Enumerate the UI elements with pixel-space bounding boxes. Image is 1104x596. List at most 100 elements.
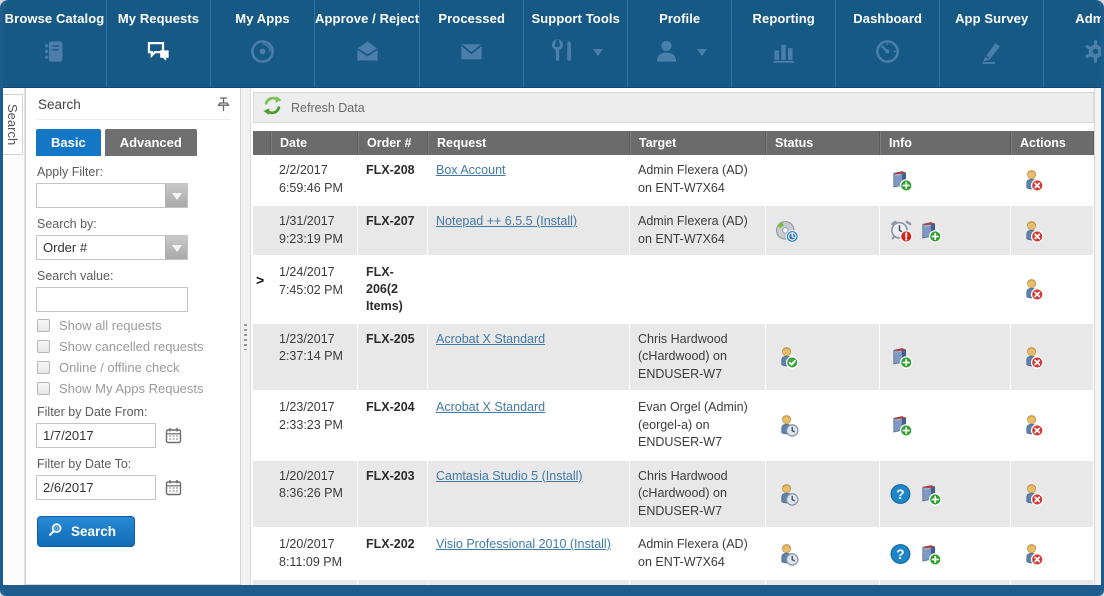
date-to-input[interactable]	[36, 475, 156, 500]
column-header-status[interactable]: Status	[766, 131, 880, 155]
chevron-down-icon[interactable]	[165, 184, 187, 207]
status-cell	[766, 529, 880, 578]
date-from-label: Filter by Date From:	[37, 405, 230, 419]
user-cancel-icon[interactable]	[1020, 277, 1044, 301]
column-header-info[interactable]: Info	[880, 131, 1011, 155]
search-rail: Search	[3, 88, 25, 585]
status-cell	[766, 392, 880, 459]
nav-tab-my-requests[interactable]: My Requests	[107, 0, 211, 87]
time-value: 8:36:26 PM	[279, 486, 343, 500]
request-link[interactable]: Visio Professional 2010 (Install)	[436, 537, 611, 551]
gear-icon	[1082, 38, 1101, 65]
order-cell: FLX-202	[358, 529, 428, 578]
user-cancel-icon[interactable]	[1020, 482, 1044, 506]
date-cell: 1/31/20179:23:19 PM	[271, 206, 358, 255]
checkbox-box[interactable]	[37, 340, 50, 353]
gauge-icon	[874, 38, 901, 65]
chevron-down-icon[interactable]	[593, 49, 603, 61]
nav-tab-browse-catalog[interactable]: Browse Catalog	[3, 0, 107, 87]
tab-basic[interactable]: Basic	[36, 129, 101, 156]
app-window: Browse CatalogMy Requests My Apps Approve …	[0, 0, 1104, 596]
date-value: 1/23/2017	[279, 332, 335, 346]
search-button-label: Search	[71, 524, 116, 539]
expander-cell	[253, 206, 271, 255]
table-row-flx-202: 1/20/20178:11:09 PMFLX-202Visio Professi…	[253, 529, 1094, 580]
nav-tab-label: My Apps	[235, 11, 289, 26]
request-link[interactable]: Notepad ++ 6.5.5 (Install)	[436, 214, 577, 228]
nav-tab-app-survey[interactable]: App Survey	[940, 0, 1044, 87]
nav-tab-label: Profile	[659, 11, 700, 26]
column-header-order[interactable]: Order #	[358, 131, 428, 155]
user-cancel-icon[interactable]	[1020, 542, 1044, 566]
catalog-icon	[41, 38, 68, 65]
nav-tab-reporting[interactable]: Reporting	[732, 0, 836, 87]
nav-tab-label: Approve / Reject	[315, 11, 419, 26]
checkbox-show-my-apps-requests[interactable]: Show My Apps Requests	[37, 381, 230, 396]
person-icon	[653, 38, 680, 65]
refresh-data-button[interactable]: Refresh Data	[253, 92, 1094, 123]
actions-cell	[1011, 257, 1094, 322]
calendar-icon[interactable]	[165, 427, 182, 444]
panel-splitter[interactable]	[241, 88, 251, 585]
request-link[interactable]: Acrobat X Standard	[436, 332, 545, 346]
date-cell: 1/20/2017 8:36:26 PM	[271, 461, 358, 528]
column-header-date[interactable]: Date	[271, 131, 358, 155]
nav-tab-label: Processed	[438, 11, 505, 26]
search-by-dropdown[interactable]	[36, 235, 188, 260]
time-value: 2:37:14 PM	[279, 349, 343, 363]
request-link[interactable]: Camtasia Studio 5 (Install)	[436, 469, 583, 483]
checkbox-box[interactable]	[37, 361, 50, 374]
nav-tab-admin[interactable]: Admin	[1044, 0, 1101, 87]
nav-tab-profile[interactable]: Profile	[628, 0, 732, 87]
time-value: 8:11:09 PM	[279, 555, 342, 569]
chevron-down-icon[interactable]	[165, 236, 187, 259]
chevron-down-icon[interactable]	[697, 49, 707, 61]
alarm-error-icon	[889, 219, 913, 243]
requests-table: DateOrder #RequestTargetStatusInfoAction…	[253, 131, 1094, 585]
info-cell	[880, 206, 1011, 255]
table-row-flx-206-2-items: >1/24/20177:45:02 PMFLX-206(2 Items)	[253, 257, 1094, 324]
checkbox-show-all-requests[interactable]: Show all requests	[37, 318, 230, 333]
tab-advanced[interactable]: Advanced	[105, 129, 197, 156]
checkbox-box[interactable]	[37, 382, 50, 395]
calendar-icon[interactable]	[165, 479, 182, 496]
nav-tab-dashboard[interactable]: Dashboard	[836, 0, 940, 87]
time-value: 7:45:02 PM	[279, 283, 343, 297]
search-button[interactable]: Search	[37, 516, 135, 547]
date-value: 1/20/2017	[279, 469, 335, 483]
date-value: 2/2/2017	[279, 163, 328, 177]
expander-cell	[253, 529, 271, 578]
table-body: 2/2/20176:59:46 PMFLX-208Box AccountAdmi…	[253, 155, 1094, 585]
request-link[interactable]: Acrobat X Standard	[436, 400, 545, 414]
table-row-flx-204: 1/23/20172:33:23 PMFLX-204Acrobat X Stan…	[253, 392, 1094, 461]
package-add-icon	[889, 413, 913, 437]
chat-bubbles-icon	[145, 38, 172, 65]
apply-filter-dropdown[interactable]	[36, 183, 188, 208]
checkbox-show-cancelled-requests[interactable]: Show cancelled requests	[37, 339, 230, 354]
date-from-input[interactable]	[36, 423, 156, 448]
nav-tab-approve-reject[interactable]: Approve / Reject	[315, 0, 420, 87]
request-link[interactable]: Box Account	[436, 163, 506, 177]
user-cancel-icon[interactable]	[1020, 168, 1044, 192]
row-expander-icon[interactable]: >	[256, 272, 264, 288]
user-cancel-icon[interactable]	[1020, 345, 1044, 369]
column-header-actions[interactable]: Actions	[1011, 131, 1094, 155]
nav-tab-label: Browse Catalog	[5, 11, 105, 26]
pin-icon[interactable]	[217, 97, 230, 112]
scrollbar-track[interactable]	[1094, 88, 1101, 585]
user-cancel-icon[interactable]	[1020, 219, 1044, 243]
nav-tab-processed[interactable]: Processed	[420, 0, 524, 87]
checkbox-online-offline-check[interactable]: Online / offline check	[37, 360, 230, 375]
nav-tab-support-tools[interactable]: Support Tools	[524, 0, 628, 87]
disc-clock-icon	[775, 219, 799, 243]
checkbox-label: Show My Apps Requests	[59, 381, 204, 396]
nav-tab-my-apps[interactable]: My Apps	[211, 0, 315, 87]
checkbox-box[interactable]	[37, 319, 50, 332]
user-cancel-icon[interactable]	[1020, 413, 1044, 437]
search-value-input[interactable]	[36, 287, 188, 312]
top-navbar: Browse CatalogMy Requests My Apps Approve …	[3, 0, 1101, 88]
column-header-request[interactable]: Request	[428, 131, 630, 155]
column-header-target[interactable]: Target	[630, 131, 766, 155]
search-collapsed-tab[interactable]: Search	[3, 94, 23, 155]
date-cell: 1/23/2017 2:37:14 PM	[271, 324, 358, 391]
